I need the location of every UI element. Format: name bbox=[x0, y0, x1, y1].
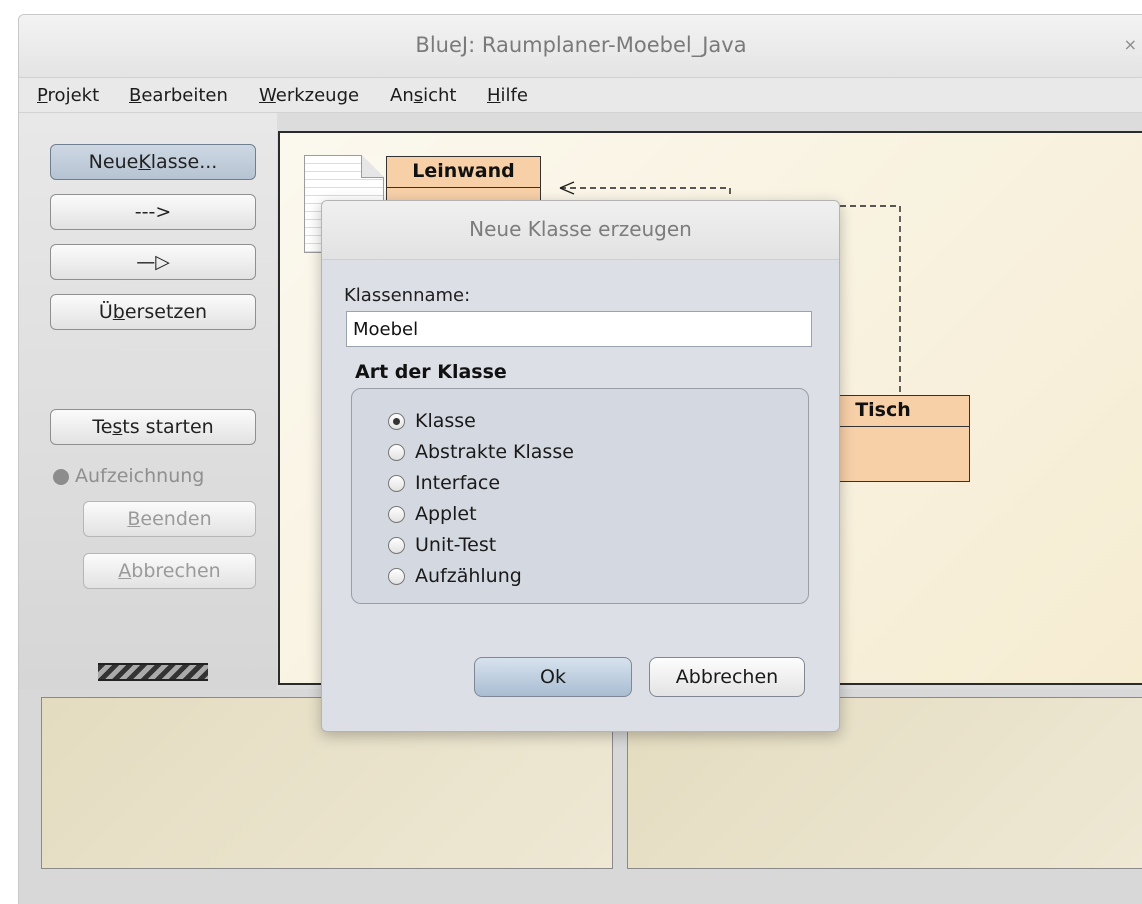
tool-panel: Neue Klasse... ---> —▷ Üb ersetzen Te s ts … bbox=[19, 113, 277, 689]
abort-recording-button[interactable]: Abbrechen bbox=[83, 553, 256, 589]
radio-unit-test[interactable] bbox=[388, 536, 405, 554]
radio-interface[interactable] bbox=[388, 474, 405, 492]
new-class-dialog: Neue Klasse erzeugen Klassenname: Art de… bbox=[321, 200, 840, 732]
ok-button[interactable]: Ok bbox=[474, 657, 632, 697]
option-aufzaehlung[interactable]: Aufzählung bbox=[388, 565, 522, 587]
recording-indicator-icon bbox=[53, 469, 69, 485]
machine-activity-icon bbox=[98, 663, 208, 681]
recording-label: Aufzeichnung bbox=[75, 465, 205, 487]
radio-applet[interactable] bbox=[388, 505, 405, 523]
title-bar[interactable]: BlueJ: Raumplaner-Moebel_Java × bbox=[19, 15, 1142, 78]
menu-werkzeuge[interactable]: Werkzeuge bbox=[259, 85, 359, 106]
dialog-title-bar[interactable]: Neue Klasse erzeugen bbox=[322, 201, 839, 260]
window-title: BlueJ: Raumplaner-Moebel_Java bbox=[415, 33, 747, 57]
class-leinwand-name: Leinwand bbox=[387, 157, 540, 188]
class-name-input[interactable] bbox=[346, 311, 812, 347]
compile-button[interactable]: Üb ersetzen bbox=[50, 294, 256, 330]
new-class-button[interactable]: Neue Klasse... bbox=[50, 144, 256, 180]
run-tests-button[interactable]: Te s ts starten bbox=[50, 409, 256, 445]
option-abstrakte-klasse[interactable]: Abstrakte Klasse bbox=[388, 441, 574, 463]
option-interface[interactable]: Interface bbox=[388, 472, 500, 494]
option-applet[interactable]: Applet bbox=[388, 503, 477, 525]
close-icon[interactable]: × bbox=[1124, 35, 1137, 54]
dialog-title: Neue Klasse erzeugen bbox=[469, 217, 692, 241]
class-kind-title: Art der Klasse bbox=[355, 361, 507, 383]
radio-abstrakte-klasse[interactable] bbox=[388, 443, 405, 461]
radio-klasse[interactable] bbox=[388, 412, 405, 430]
menu-bar: Projekt Bearbeiten Werkzeuge Ansicht Hil… bbox=[19, 78, 1142, 113]
class-name-label: Klassenname: bbox=[344, 285, 471, 306]
menu-projekt[interactable]: Projekt bbox=[37, 85, 99, 106]
option-unit-test[interactable]: Unit-Test bbox=[388, 534, 496, 556]
class-kind-group: Klasse Abstrakte Klasse Interface Applet… bbox=[351, 388, 809, 604]
end-recording-button[interactable]: Beenden bbox=[83, 501, 256, 537]
option-klasse[interactable]: Klasse bbox=[388, 410, 476, 432]
dependency-arrow-button[interactable]: ---> bbox=[50, 194, 256, 230]
menu-hilfe[interactable]: Hilfe bbox=[487, 85, 528, 106]
inheritance-arrow-button[interactable]: —▷ bbox=[50, 244, 256, 280]
cancel-button[interactable]: Abbrechen bbox=[649, 657, 805, 697]
menu-ansicht[interactable]: Ansicht bbox=[390, 85, 457, 106]
radio-aufzaehlung[interactable] bbox=[388, 567, 405, 585]
menu-bearbeiten[interactable]: Bearbeiten bbox=[129, 85, 228, 106]
